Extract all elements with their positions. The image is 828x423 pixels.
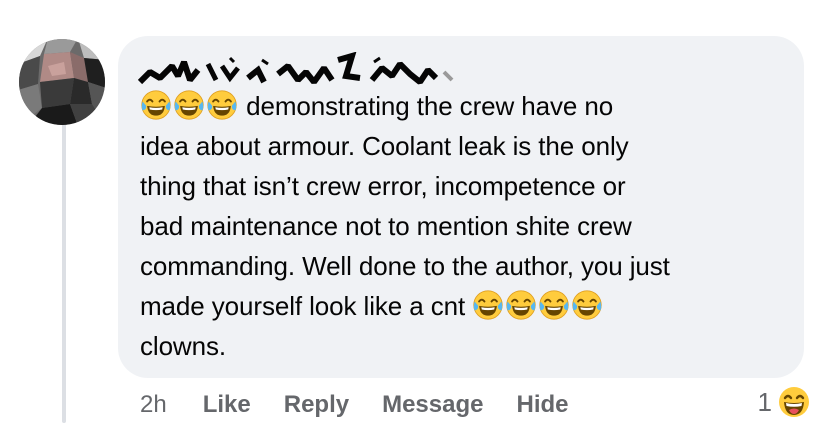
reaction-count: 1 [757, 386, 772, 417]
comment-line-4: bad maintenance not to mention shite cre… [140, 211, 632, 241]
face-with-tears-of-joy-icon [140, 89, 172, 121]
face-with-tears-of-joy-icon [538, 289, 570, 321]
face-with-tears-of-joy-icon [206, 89, 238, 121]
author-name-scribble[interactable] [138, 52, 458, 86]
message-button[interactable]: Message [382, 391, 483, 419]
face-with-tears-of-joy-icon [173, 89, 205, 121]
comment-line-7: clowns. [140, 331, 226, 361]
previous-comment-fragment [228, 0, 256, 4]
comment-line-5: commanding. Well done to the author, you… [140, 251, 670, 281]
face-with-tears-of-joy-icon [505, 289, 537, 321]
comment-line-6: made yourself look like a cnt [140, 286, 790, 326]
comment-line-1: demonstrating the crew have no [140, 86, 790, 126]
laughing-face-icon [777, 385, 811, 419]
face-with-tears-of-joy-icon [571, 289, 603, 321]
avatar[interactable] [18, 38, 106, 126]
reply-button[interactable]: Reply [284, 391, 349, 419]
comment-line-text: made yourself look like a cnt [140, 291, 466, 321]
comment-actions: 2h Like Reply Message Hide [140, 389, 602, 421]
face-with-tears-of-joy-icon [472, 289, 504, 321]
comment-bubble: demonstrating the crew have no idea abou… [118, 36, 804, 378]
hide-button[interactable]: Hide [516, 391, 568, 419]
comment-line-2: idea about armour. Coolant leak is the o… [140, 131, 629, 161]
like-button[interactable]: Like [203, 391, 251, 419]
reaction-summary[interactable]: 1 [758, 384, 812, 420]
thread-line [62, 100, 66, 423]
comment-line-text: demonstrating the crew have no [246, 91, 614, 121]
comment-line-3: thing that isn’t crew error, incompetenc… [140, 171, 626, 201]
comment-text: demonstrating the crew have no idea abou… [140, 86, 790, 366]
timestamp[interactable]: 2h [140, 391, 167, 419]
